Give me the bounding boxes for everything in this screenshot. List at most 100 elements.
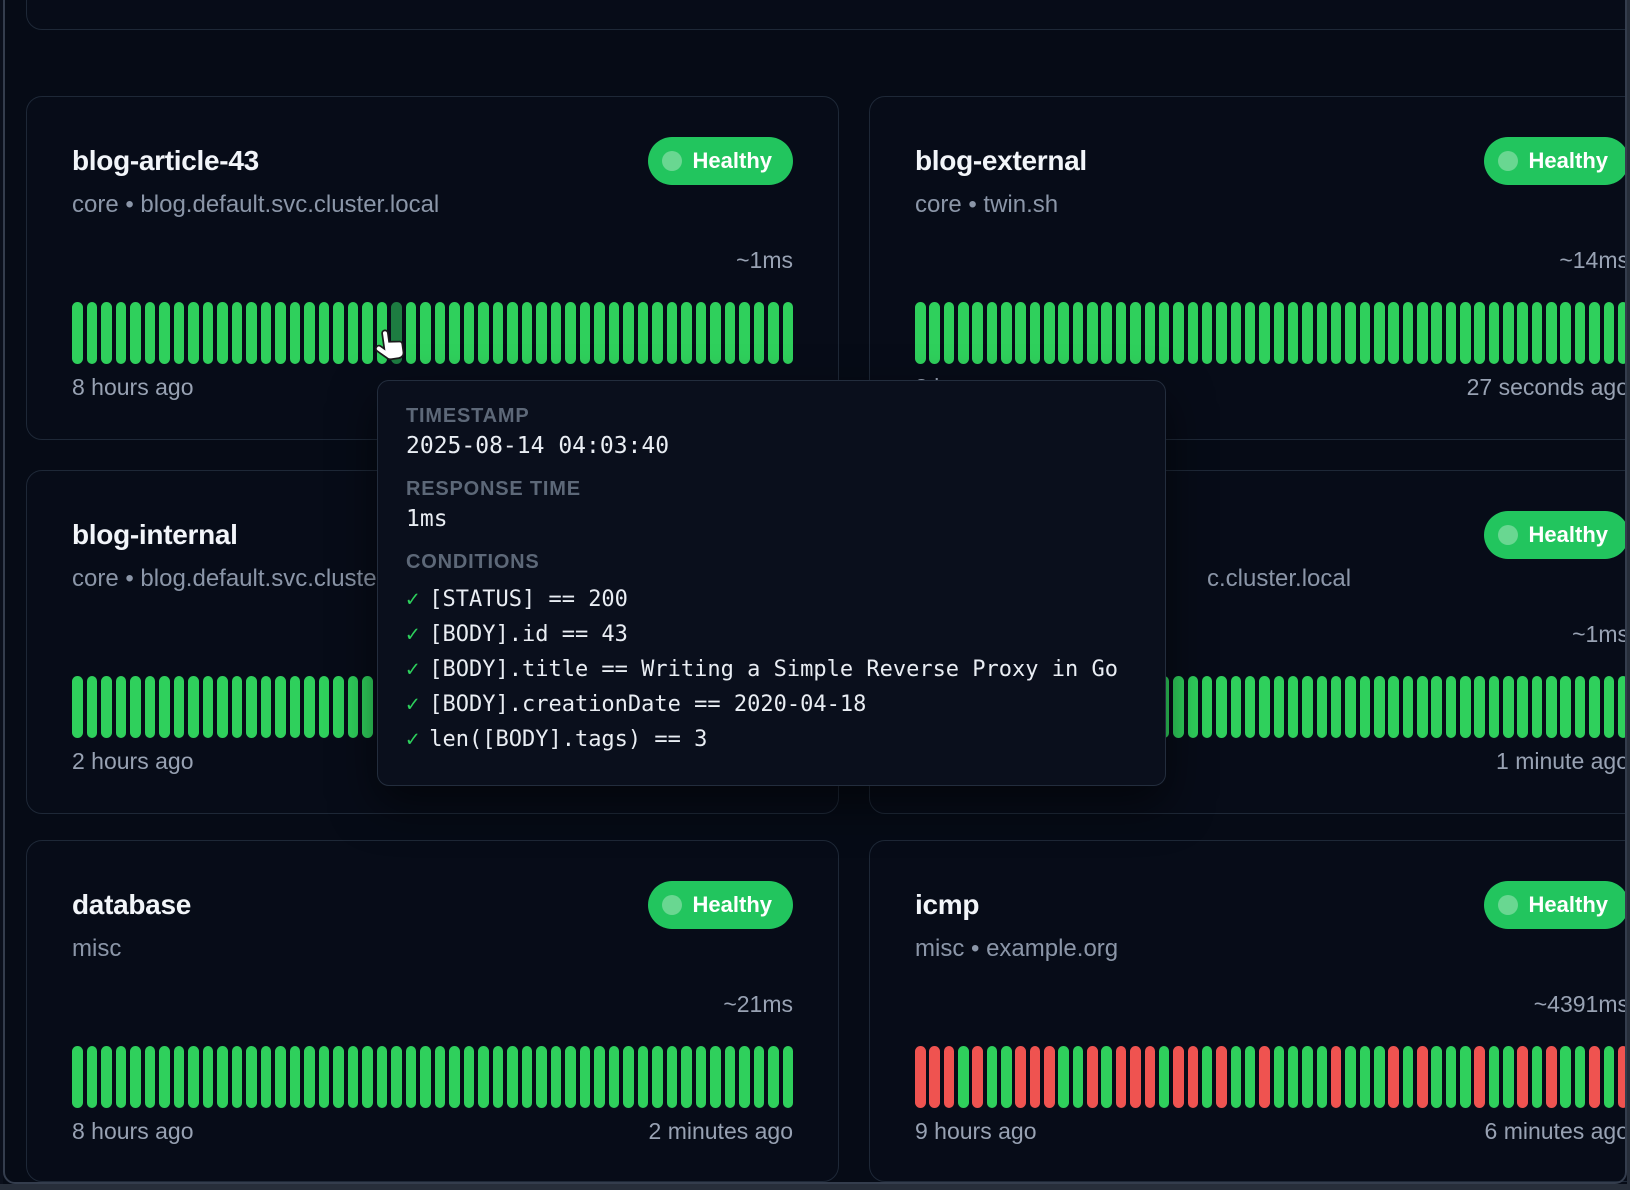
uptime-bar[interactable] [1446,302,1457,364]
uptime-bar[interactable] [1073,302,1084,364]
uptime-bars[interactable] [915,1046,1629,1108]
uptime-bar[interactable] [681,302,692,364]
uptime-bar[interactable] [290,302,301,364]
uptime-bar[interactable] [130,302,141,364]
uptime-bar[interactable] [449,302,460,364]
uptime-bar[interactable] [1446,676,1457,738]
uptime-bar[interactable] [261,676,272,738]
uptime-bar[interactable] [203,676,214,738]
uptime-bar[interactable] [507,302,518,364]
uptime-bar[interactable] [551,1046,562,1108]
uptime-bar[interactable] [1431,676,1442,738]
uptime-bar[interactable] [1044,1046,1055,1108]
uptime-bar[interactable] [145,1046,156,1108]
uptime-bar[interactable] [1259,302,1270,364]
uptime-bar[interactable] [406,1046,417,1108]
uptime-bar[interactable] [623,302,634,364]
uptime-bar[interactable] [1216,1046,1227,1108]
uptime-bar[interactable] [1575,676,1586,738]
uptime-bar[interactable] [1489,1046,1500,1108]
uptime-bar[interactable] [1202,302,1213,364]
uptime-bar[interactable] [1388,1046,1399,1108]
uptime-bar[interactable] [972,1046,983,1108]
uptime-bar[interactable] [536,302,547,364]
uptime-bar[interactable] [1044,302,1055,364]
uptime-bar[interactable] [493,1046,504,1108]
uptime-bar[interactable] [1560,1046,1571,1108]
uptime-bar[interactable] [101,676,112,738]
uptime-bar[interactable] [72,676,83,738]
uptime-bar[interactable] [536,1046,547,1108]
uptime-bar[interactable] [174,302,185,364]
uptime-bar[interactable] [565,302,576,364]
uptime-bar[interactable] [1030,302,1041,364]
uptime-bar[interactable] [1460,1046,1471,1108]
uptime-bar[interactable] [594,1046,605,1108]
uptime-bar[interactable] [174,1046,185,1108]
uptime-bar[interactable] [333,1046,344,1108]
uptime-bar[interactable] [768,1046,779,1108]
uptime-bar[interactable] [435,1046,446,1108]
uptime-bar[interactable] [1417,1046,1428,1108]
uptime-bar[interactable] [217,676,228,738]
uptime-bar[interactable] [638,302,649,364]
uptime-bar[interactable] [217,1046,228,1108]
uptime-bar[interactable] [565,1046,576,1108]
uptime-bar[interactable] [1474,676,1485,738]
uptime-bar[interactable] [1446,1046,1457,1108]
uptime-bar[interactable] [1101,302,1112,364]
uptime-bar[interactable] [1245,1046,1256,1108]
uptime-bar[interactable] [1517,1046,1528,1108]
service-card-database[interactable]: database Healthy misc ~21ms 8 hours ago … [26,840,839,1182]
uptime-bar[interactable] [188,1046,199,1108]
uptime-bar[interactable] [304,676,315,738]
uptime-bar[interactable] [739,302,750,364]
uptime-bar[interactable] [1403,676,1414,738]
uptime-bar[interactable] [783,1046,794,1108]
uptime-bar[interactable] [1374,1046,1385,1108]
uptime-bar[interactable] [275,1046,286,1108]
uptime-bar[interactable] [1489,302,1500,364]
uptime-bar[interactable] [929,1046,940,1108]
uptime-bar[interactable] [290,1046,301,1108]
uptime-bar[interactable] [1188,1046,1199,1108]
uptime-bar[interactable] [944,302,955,364]
uptime-bar[interactable] [362,1046,373,1108]
uptime-bar[interactable] [174,676,185,738]
uptime-bar[interactable] [87,676,98,738]
uptime-bar[interactable] [101,1046,112,1108]
uptime-bar[interactable] [87,1046,98,1108]
uptime-bar[interactable] [333,676,344,738]
uptime-bar[interactable] [116,302,127,364]
uptime-bar[interactable] [1231,1046,1242,1108]
uptime-bar[interactable] [1317,1046,1328,1108]
uptime-bar[interactable] [1245,676,1256,738]
uptime-bar[interactable] [319,676,330,738]
uptime-bar[interactable] [507,1046,518,1108]
uptime-bar[interactable] [1130,1046,1141,1108]
uptime-bar[interactable] [130,676,141,738]
uptime-bar[interactable] [232,302,243,364]
uptime-bar[interactable] [1073,1046,1084,1108]
uptime-bar[interactable] [783,302,794,364]
uptime-bar[interactable] [188,302,199,364]
uptime-bar[interactable] [435,302,446,364]
uptime-bar[interactable] [1417,676,1428,738]
uptime-bar[interactable] [464,302,475,364]
uptime-bar[interactable] [1489,676,1500,738]
uptime-bar[interactable] [958,1046,969,1108]
uptime-bar[interactable] [1231,302,1242,364]
uptime-bar[interactable] [623,1046,634,1108]
uptime-bar[interactable] [232,1046,243,1108]
uptime-bar[interactable] [522,1046,533,1108]
uptime-bar[interactable] [290,676,301,738]
uptime-bar[interactable] [348,302,359,364]
uptime-bar[interactable] [754,1046,765,1108]
uptime-bar[interactable] [1431,1046,1442,1108]
uptime-bar[interactable] [1503,676,1514,738]
uptime-bar[interactable] [1116,302,1127,364]
uptime-bar[interactable] [1288,676,1299,738]
uptime-bar[interactable] [1159,1046,1170,1108]
uptime-bar[interactable] [638,1046,649,1108]
uptime-bar[interactable] [667,1046,678,1108]
